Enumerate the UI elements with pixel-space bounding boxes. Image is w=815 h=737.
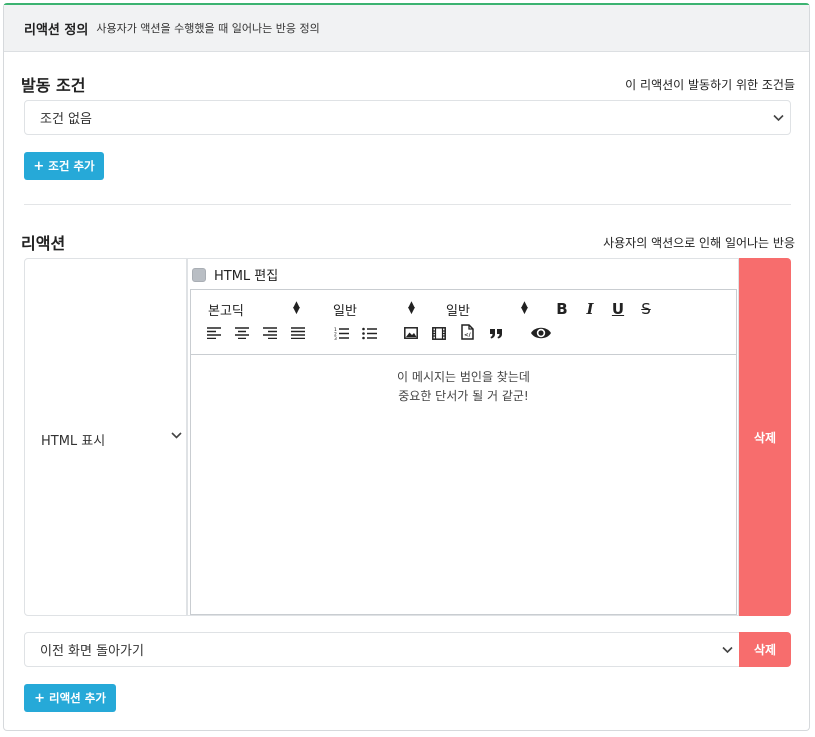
svg-text:</: </ xyxy=(464,333,472,339)
file-icon[interactable]: </ xyxy=(457,323,477,341)
trigger-condition-value: 조건 없음 xyxy=(40,112,92,127)
section-divider xyxy=(24,204,791,205)
editor-toolbar: 본고딕 ▲ ▼ 일반 ▲ ▼ 일반 ▲ ▼ B I U S 1 2 3 </ xyxy=(191,290,736,355)
rich-text-editor: 본고딕 ▲ ▼ 일반 ▲ ▼ 일반 ▲ ▼ B I U S 1 2 3 </ 이… xyxy=(190,289,737,615)
updown-icon: ▲ ▼ xyxy=(293,300,300,316)
bullet-list-icon[interactable] xyxy=(359,324,379,342)
chevron-down-icon xyxy=(722,646,733,653)
align-center-icon[interactable] xyxy=(232,324,252,342)
second-action-value: 이전 화면 돌아가기 xyxy=(40,644,144,659)
card-subtitle: 사용자가 액션을 수행했을 때 일어나는 반응 정의 xyxy=(96,22,320,35)
align-left-icon[interactable] xyxy=(204,324,224,342)
font-family-select[interactable]: 본고딕 ▲ ▼ xyxy=(208,300,308,320)
svg-text:3: 3 xyxy=(334,336,337,340)
reaction-row: HTML 표시 HTML 편집 본고딕 ▲ ▼ 일반 ▲ ▼ 일반 ▲ ▼ B … xyxy=(24,258,791,616)
add-reaction-button[interactable]: + 리액션 추가 xyxy=(24,684,116,712)
action-type-value: HTML 표시 xyxy=(41,434,106,449)
updown-icon: ▲ ▼ xyxy=(521,300,528,316)
heading-value: 일반 xyxy=(446,304,470,319)
ordered-list-icon[interactable]: 1 2 3 xyxy=(331,324,351,342)
font-size-value: 일반 xyxy=(333,304,357,319)
video-icon[interactable] xyxy=(429,324,449,342)
chevron-down-icon xyxy=(773,114,784,121)
font-size-select[interactable]: 일반 ▲ ▼ xyxy=(333,300,423,320)
delete-second-action-button[interactable]: 삭제 xyxy=(739,632,791,667)
second-action-select[interactable]: 이전 화면 돌아가기 xyxy=(24,632,740,667)
content-line: 이 메시지는 범인을 찾는데 xyxy=(397,370,530,384)
delete-reaction-button[interactable]: 삭제 xyxy=(739,258,791,616)
editor-content[interactable]: 이 메시지는 범인을 찾는데 중요한 단서가 될 거 같군! xyxy=(191,368,736,406)
reaction-section-title: 리액션 xyxy=(21,234,66,253)
font-family-value: 본고딕 xyxy=(208,304,244,319)
plus-icon: + xyxy=(34,690,45,706)
trigger-condition-select[interactable]: 조건 없음 xyxy=(24,100,791,135)
html-editor-panel: HTML 편집 본고딕 ▲ ▼ 일반 ▲ ▼ 일반 ▲ ▼ B I U S 1 … xyxy=(187,258,739,616)
add-condition-button[interactable]: + 조건 추가 xyxy=(24,152,104,180)
strikethrough-button[interactable]: S xyxy=(636,300,656,318)
updown-icon: ▲ ▼ xyxy=(408,300,415,316)
html-edit-toggle[interactable]: HTML 편집 xyxy=(192,265,278,284)
heading-select[interactable]: 일반 ▲ ▼ xyxy=(446,300,536,320)
action-type-select[interactable]: HTML 표시 xyxy=(24,258,187,616)
reaction-section-hint: 사용자의 액션으로 인해 일어나는 반응 xyxy=(603,236,795,250)
bold-button[interactable]: B xyxy=(552,300,572,318)
plus-icon: + xyxy=(33,158,45,174)
trigger-section-title: 발동 조건 xyxy=(21,76,86,95)
card-header: 리액션 정의 사용자가 액션을 수행했을 때 일어나는 반응 정의 xyxy=(4,5,809,52)
quote-icon[interactable] xyxy=(486,324,506,342)
preview-eye-icon[interactable] xyxy=(529,324,553,342)
trigger-section-hint: 이 리액션이 발동하기 위한 조건들 xyxy=(625,78,795,92)
image-icon[interactable] xyxy=(401,324,421,342)
add-condition-label: 조건 추가 xyxy=(48,159,95,173)
card-title: 리액션 정의 xyxy=(24,22,89,38)
chevron-down-icon xyxy=(171,432,182,439)
add-reaction-label: 리액션 추가 xyxy=(49,691,106,705)
align-justify-icon[interactable] xyxy=(288,324,308,342)
content-line: 중요한 단서가 될 거 같군! xyxy=(398,389,529,403)
underline-button[interactable]: U xyxy=(608,300,628,318)
italic-button[interactable]: I xyxy=(580,300,600,318)
align-right-icon[interactable] xyxy=(260,324,280,342)
html-edit-checkbox[interactable] xyxy=(192,267,206,282)
html-edit-label: HTML 편집 xyxy=(214,269,279,284)
